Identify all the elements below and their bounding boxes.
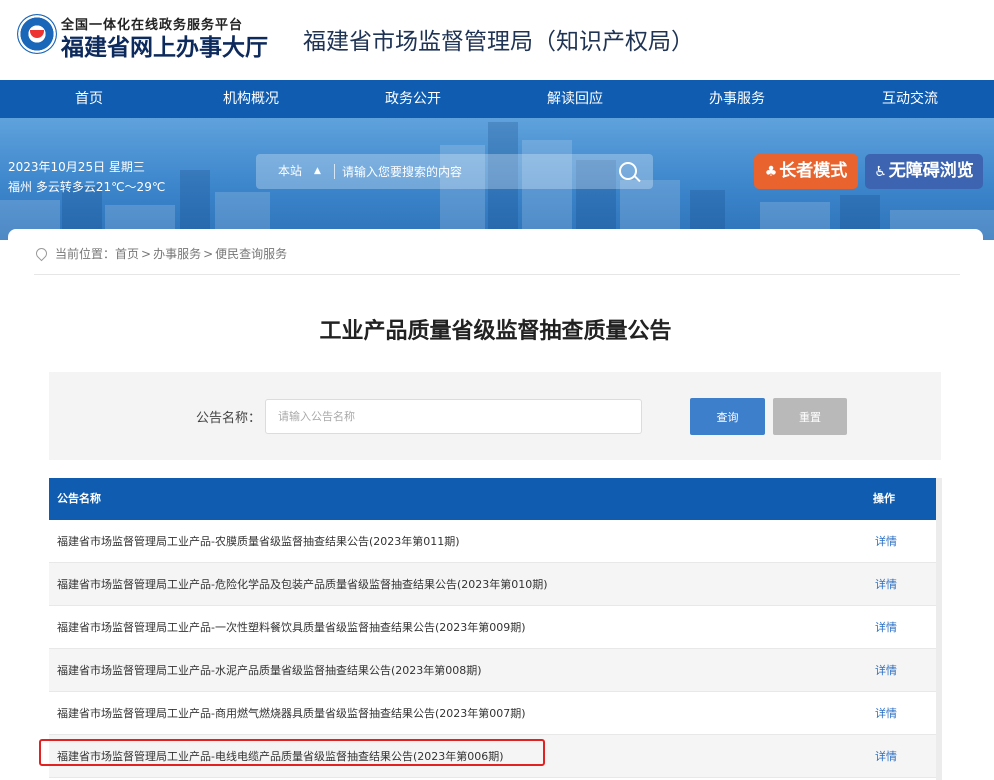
search-scope-select[interactable]: 本站 — [278, 154, 302, 189]
table-row: 福建省市场监督管理局工业产品-一次性塑料餐饮具质量省级监督抽查结果公告(2023… — [49, 606, 936, 649]
accessibility-label: 无障碍浏览 — [888, 161, 974, 181]
elder-mode-button[interactable]: ♣ 长者模式 — [754, 154, 858, 189]
table-row: 福建省市场监督管理局工业产品-商用燃气燃烧器具质量省级监督抽查结果公告(2023… — [49, 692, 936, 735]
site-header: 全国一体化在线政务服务平台 福建省网上办事大厅 福建省市场监督管理局（知识产权局… — [0, 0, 994, 80]
site-search: 本站 ▲ — [256, 154, 653, 189]
table-scrollbar[interactable] — [936, 478, 942, 780]
details-link[interactable]: 详情 — [875, 563, 897, 606]
platform-logo-icon[interactable] — [17, 14, 57, 54]
search-icon[interactable] — [619, 162, 637, 180]
breadcrumb-item-public-query[interactable]: 便民查询服务 — [215, 245, 287, 262]
banner: 2023年10月25日 星期三 福州 多云转多云21℃～29℃ 本站 ▲ ♣长者… — [0, 118, 994, 240]
accessibility-button[interactable]: ♿ 无障碍浏览 — [865, 154, 983, 189]
portal-name[interactable]: 福建省网上办事大厅 — [61, 28, 268, 62]
wheelchair-icon: ♿ — [874, 164, 887, 180]
search-input[interactable] — [342, 154, 592, 189]
announcement-link[interactable]: 福建省市场监督管理局工业产品-危险化学品及包装产品质量省级监督抽查结果公告(20… — [57, 563, 548, 606]
nav-item-services[interactable]: 办事服务 — [648, 80, 826, 118]
current-date: 2023年10月25日 星期三 — [8, 160, 145, 174]
table-row: 福建省市场监督管理局工业产品-农膜质量省级监督抽查结果公告(2023年第011期… — [49, 520, 936, 563]
announcement-link[interactable]: 福建省市场监督管理局工业产品-农膜质量省级监督抽查结果公告(2023年第011期… — [57, 520, 460, 563]
elder-mode-label: 长者模式 — [779, 161, 848, 181]
details-link[interactable]: 详情 — [875, 735, 897, 778]
nav-item-interpretation[interactable]: 解读回应 — [502, 80, 648, 118]
announcement-link[interactable]: 福建省市场监督管理局工业产品-一次性塑料餐饮具质量省级监督抽查结果公告(2023… — [57, 606, 526, 649]
page-title: 工业产品质量省级监督抽查质量公告 — [319, 319, 672, 344]
location-pin-icon — [33, 245, 50, 262]
table-row: 福建省市场监督管理局工业产品-水泥产品质量省级监督抽查结果公告(2023年第00… — [49, 649, 936, 692]
table-row: 福建省市场监督管理局工业产品-电线电缆产品质量省级监督抽查结果公告(2023年第… — [49, 735, 936, 778]
search-divider — [334, 164, 335, 179]
nav-item-home[interactable]: 首页 — [0, 80, 178, 118]
nav-item-interaction[interactable]: 互动交流 — [826, 80, 994, 118]
table-row: 福建省市场监督管理局工业产品-危险化学品及包装产品质量省级监督抽查结果公告(20… — [49, 563, 936, 606]
column-header-action: 操作 — [873, 492, 895, 505]
announcement-link[interactable]: 福建省市场监督管理局工业产品-商用燃气燃烧器具质量省级监督抽查结果公告(2023… — [57, 692, 526, 735]
nav-item-organization[interactable]: 机构概况 — [178, 80, 324, 118]
details-link[interactable]: 详情 — [875, 520, 897, 563]
breadcrumb: 当前位置： 首页 > 办事服务 > 便民查询服务 — [33, 245, 287, 262]
announcement-table: 公告名称 操作 福建省市场监督管理局工业产品-农膜质量省级监督抽查结果公告(20… — [49, 478, 936, 778]
announcement-link[interactable]: 福建省市场监督管理局工业产品-水泥产品质量省级监督抽查结果公告(2023年第00… — [57, 649, 482, 692]
updown-arrow-icon[interactable]: ▲ — [314, 154, 321, 189]
announcement-link[interactable]: 福建省市场监督管理局工业产品-电线电缆产品质量省级监督抽查结果公告(2023年第… — [57, 735, 504, 778]
breadcrumb-divider — [34, 274, 960, 275]
query-button[interactable]: 查询 — [690, 398, 765, 435]
main-nav: 首页 机构概况 政务公开 解读回应 办事服务 互动交流 — [0, 80, 994, 118]
details-link[interactable]: 详情 — [875, 649, 897, 692]
breadcrumb-separator: > — [203, 246, 214, 261]
site-title: 福建省市场监督管理局（知识产权局） — [303, 29, 694, 55]
breadcrumb-prefix: 当前位置： — [55, 247, 116, 261]
details-link[interactable]: 详情 — [875, 606, 897, 649]
announcement-name-input[interactable] — [265, 399, 642, 434]
elder-person-icon: ♣ — [764, 164, 778, 180]
column-header-name: 公告名称 — [57, 492, 101, 505]
breadcrumb-item-home[interactable]: 首页 — [115, 245, 139, 262]
announcement-name-label: 公告名称： — [196, 411, 262, 426]
breadcrumb-item-services[interactable]: 办事服务 — [153, 245, 201, 262]
breadcrumb-separator: > — [141, 246, 152, 261]
details-link[interactable]: 详情 — [875, 692, 897, 735]
table-header: 公告名称 操作 — [49, 478, 936, 520]
nav-item-government-affairs[interactable]: 政务公开 — [324, 80, 502, 118]
reset-button[interactable]: 重置 — [773, 398, 847, 435]
weather-info: 福州 多云转多云21℃～29℃ — [8, 180, 166, 194]
content-card: 当前位置： 首页 > 办事服务 > 便民查询服务 工业产品质量省级监督抽查质量公… — [8, 229, 983, 780]
filter-panel: 公告名称： 查询 重置 — [49, 372, 941, 460]
